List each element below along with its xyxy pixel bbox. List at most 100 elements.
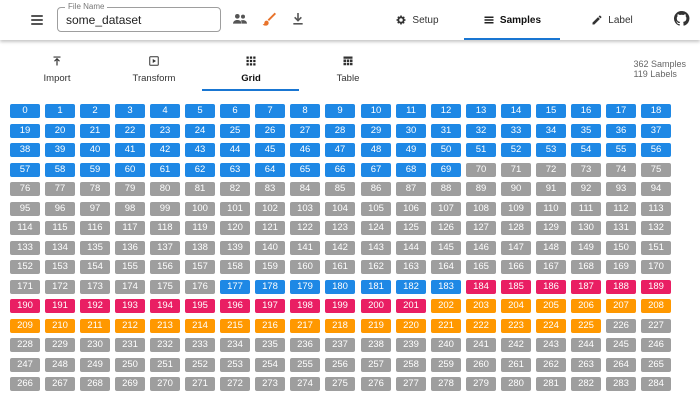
- sample-cell[interactable]: 179: [290, 280, 320, 294]
- sample-cell[interactable]: 41: [115, 143, 145, 157]
- sample-cell[interactable]: 233: [185, 338, 215, 352]
- sample-cell[interactable]: 16: [571, 104, 601, 118]
- sample-cell[interactable]: 282: [571, 377, 601, 391]
- sample-cell[interactable]: 36: [606, 124, 636, 138]
- sample-cell[interactable]: 241: [466, 338, 496, 352]
- sample-cell[interactable]: 276: [361, 377, 391, 391]
- sample-cell[interactable]: 62: [185, 163, 215, 177]
- sample-cell[interactable]: 72: [536, 163, 566, 177]
- sample-cell[interactable]: 270: [150, 377, 180, 391]
- sample-cell[interactable]: 73: [571, 163, 601, 177]
- sample-cell[interactable]: 196: [220, 299, 250, 313]
- sample-cell[interactable]: 231: [115, 338, 145, 352]
- sample-cell[interactable]: 88: [431, 182, 461, 196]
- sample-cell[interactable]: 209: [10, 319, 40, 333]
- users-icon[interactable]: [232, 11, 248, 27]
- sample-cell[interactable]: 67: [361, 163, 391, 177]
- sample-cell[interactable]: 213: [150, 319, 180, 333]
- sample-cell[interactable]: 250: [115, 358, 145, 372]
- sample-cell[interactable]: 52: [501, 143, 531, 157]
- sample-cell[interactable]: 239: [396, 338, 426, 352]
- sample-cell[interactable]: 84: [290, 182, 320, 196]
- sample-cell[interactable]: 53: [536, 143, 566, 157]
- sample-cell[interactable]: 175: [150, 280, 180, 294]
- sample-cell[interactable]: 195: [185, 299, 215, 313]
- sample-cell[interactable]: 177: [220, 280, 250, 294]
- sample-cell[interactable]: 110: [536, 202, 566, 216]
- sample-cell[interactable]: 187: [571, 280, 601, 294]
- github-icon[interactable]: [673, 10, 690, 27]
- sample-cell[interactable]: 154: [80, 260, 110, 274]
- sample-cell[interactable]: 38: [10, 143, 40, 157]
- sample-cell[interactable]: 114: [10, 221, 40, 235]
- sample-cell[interactable]: 87: [396, 182, 426, 196]
- sample-cell[interactable]: 150: [606, 241, 636, 255]
- sample-cell[interactable]: 162: [361, 260, 391, 274]
- sample-cell[interactable]: 5: [185, 104, 215, 118]
- sample-cell[interactable]: 243: [536, 338, 566, 352]
- sample-cell[interactable]: 61: [150, 163, 180, 177]
- sample-cell[interactable]: 44: [220, 143, 250, 157]
- sample-cell[interactable]: 149: [571, 241, 601, 255]
- sample-cell[interactable]: 34: [536, 124, 566, 138]
- sample-cell[interactable]: 260: [466, 358, 496, 372]
- sample-cell[interactable]: 118: [150, 221, 180, 235]
- sample-cell[interactable]: 85: [325, 182, 355, 196]
- sample-cell[interactable]: 8: [290, 104, 320, 118]
- sample-cell[interactable]: 130: [571, 221, 601, 235]
- sample-cell[interactable]: 159: [255, 260, 285, 274]
- file-name-input[interactable]: [66, 13, 214, 27]
- sample-cell[interactable]: 265: [641, 358, 671, 372]
- sample-cell[interactable]: 215: [220, 319, 250, 333]
- sample-cell[interactable]: 1: [45, 104, 75, 118]
- sample-cell[interactable]: 129: [536, 221, 566, 235]
- sample-cell[interactable]: 35: [571, 124, 601, 138]
- sample-cell[interactable]: 283: [606, 377, 636, 391]
- sample-cell[interactable]: 12: [431, 104, 461, 118]
- sample-cell[interactable]: 193: [115, 299, 145, 313]
- sample-cell[interactable]: 91: [536, 182, 566, 196]
- sample-cell[interactable]: 164: [431, 260, 461, 274]
- sample-cell[interactable]: 211: [80, 319, 110, 333]
- sample-cell[interactable]: 174: [115, 280, 145, 294]
- sample-cell[interactable]: 0: [10, 104, 40, 118]
- sample-cell[interactable]: 268: [80, 377, 110, 391]
- sample-cell[interactable]: 279: [466, 377, 496, 391]
- sample-cell[interactable]: 155: [115, 260, 145, 274]
- sample-cell[interactable]: 227: [641, 319, 671, 333]
- sample-cell[interactable]: 80: [150, 182, 180, 196]
- sample-cell[interactable]: 79: [115, 182, 145, 196]
- sample-cell[interactable]: 74: [606, 163, 636, 177]
- sample-cell[interactable]: 184: [466, 280, 496, 294]
- sample-cell[interactable]: 75: [641, 163, 671, 177]
- sample-cell[interactable]: 198: [290, 299, 320, 313]
- sample-cell[interactable]: 272: [220, 377, 250, 391]
- sample-cell[interactable]: 65: [290, 163, 320, 177]
- sample-cell[interactable]: 148: [536, 241, 566, 255]
- sample-cell[interactable]: 120: [220, 221, 250, 235]
- sample-cell[interactable]: 20: [45, 124, 75, 138]
- sample-cell[interactable]: 77: [45, 182, 75, 196]
- sample-cell[interactable]: 45: [255, 143, 285, 157]
- sample-cell[interactable]: 86: [361, 182, 391, 196]
- sample-cell[interactable]: 173: [80, 280, 110, 294]
- sample-cell[interactable]: 256: [325, 358, 355, 372]
- sample-cell[interactable]: 117: [115, 221, 145, 235]
- sample-cell[interactable]: 152: [10, 260, 40, 274]
- sample-cell[interactable]: 176: [185, 280, 215, 294]
- sample-cell[interactable]: 267: [45, 377, 75, 391]
- sample-cell[interactable]: 29: [361, 124, 391, 138]
- sample-cell[interactable]: 275: [325, 377, 355, 391]
- sample-cell[interactable]: 103: [290, 202, 320, 216]
- sample-cell[interactable]: 210: [45, 319, 75, 333]
- sample-cell[interactable]: 259: [431, 358, 461, 372]
- sample-cell[interactable]: 280: [501, 377, 531, 391]
- sample-cell[interactable]: 25: [220, 124, 250, 138]
- sample-cell[interactable]: 128: [501, 221, 531, 235]
- sample-cell[interactable]: 78: [80, 182, 110, 196]
- sample-cell[interactable]: 166: [501, 260, 531, 274]
- subtab-grid[interactable]: Grid: [201, 54, 301, 92]
- sample-cell[interactable]: 57: [10, 163, 40, 177]
- sample-cell[interactable]: 31: [431, 124, 461, 138]
- sample-cell[interactable]: 191: [45, 299, 75, 313]
